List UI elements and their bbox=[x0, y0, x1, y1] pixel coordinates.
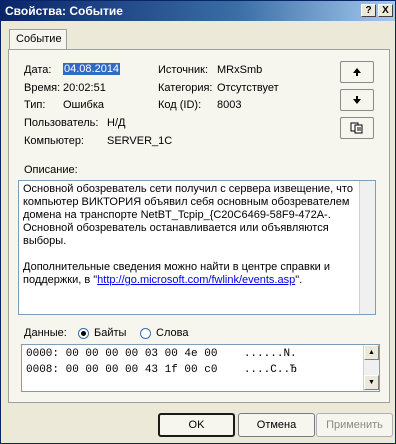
ok-button[interactable]: OK bbox=[158, 413, 235, 437]
description-scrollbar[interactable] bbox=[359, 181, 375, 314]
computer-value: SERVER_1C bbox=[107, 135, 173, 147]
code-value: 8003 bbox=[217, 99, 242, 111]
source-value: MRxSmb bbox=[217, 64, 263, 76]
category-label: Категория: bbox=[158, 82, 213, 94]
description-text: Основной обозреватель сети получил с сер… bbox=[23, 183, 357, 287]
scroll-up-button[interactable]: ▲ bbox=[364, 345, 379, 360]
type-label: Тип: bbox=[24, 99, 46, 111]
words-radio[interactable] bbox=[140, 328, 151, 339]
hex-data-box[interactable]: 0000: 00 00 00 00 03 00 4e 00 ......N. 0… bbox=[21, 344, 380, 392]
user-label: Пользователь: bbox=[24, 117, 99, 129]
arrow-down-icon bbox=[353, 96, 361, 104]
description-label: Описание: bbox=[24, 164, 78, 176]
words-label: Слова bbox=[156, 327, 189, 339]
user-value: Н/Д bbox=[107, 117, 126, 129]
description-paragraph-2: Дополнительные сведения можно найти в це… bbox=[23, 261, 357, 287]
apply-button[interactable]: Применить bbox=[316, 413, 393, 437]
hex-line: 0008: 00 00 00 00 43 1f 00 c0 ....C..Ђ bbox=[26, 364, 297, 376]
date-label: Дата: bbox=[24, 64, 52, 76]
help-button[interactable]: ? bbox=[361, 4, 376, 17]
category-value: Отсутствует bbox=[217, 82, 279, 94]
previous-event-button[interactable] bbox=[340, 61, 374, 83]
bytes-radio[interactable] bbox=[78, 328, 89, 339]
time-label: Время: bbox=[24, 82, 61, 94]
hex-scrollbar[interactable]: ▲ ▼ bbox=[363, 345, 379, 391]
copy-button[interactable] bbox=[340, 117, 374, 139]
window-title: Свойства: Событие bbox=[5, 4, 123, 18]
scroll-down-button[interactable]: ▼ bbox=[364, 375, 379, 390]
description-box[interactable]: Основной обозреватель сети получил с сер… bbox=[18, 180, 376, 315]
type-value: Ошибка bbox=[63, 99, 104, 111]
hex-line: 0000: 00 00 00 00 03 00 4e 00 ......N. bbox=[26, 348, 297, 360]
close-button[interactable]: X bbox=[378, 4, 393, 17]
tab-event[interactable]: Событие bbox=[9, 29, 67, 50]
next-event-button[interactable] bbox=[340, 89, 374, 111]
copy-icon bbox=[350, 122, 363, 134]
source-label: Источник: bbox=[158, 64, 209, 76]
arrow-up-icon bbox=[353, 68, 361, 76]
title-bar[interactable]: Свойства: Событие ? X bbox=[1, 1, 395, 21]
computer-label: Компьютер: bbox=[24, 135, 84, 147]
bytes-label: Байты bbox=[94, 327, 127, 339]
help-link[interactable]: http://go.microsoft.com/fwlink/events.as… bbox=[97, 274, 295, 286]
code-label: Код (ID): bbox=[158, 99, 202, 111]
description-paragraph-1: Основной обозреватель сети получил с сер… bbox=[23, 183, 353, 247]
date-value[interactable]: 04.08.2014 bbox=[63, 63, 121, 75]
properties-window: Свойства: Событие ? X Событие Дата: 04.0… bbox=[0, 0, 396, 444]
time-value: 20:02:51 bbox=[63, 82, 106, 94]
cancel-button[interactable]: Отмена bbox=[238, 413, 315, 437]
data-label: Данные: bbox=[24, 327, 67, 339]
description-p2-suffix: ". bbox=[295, 274, 303, 286]
